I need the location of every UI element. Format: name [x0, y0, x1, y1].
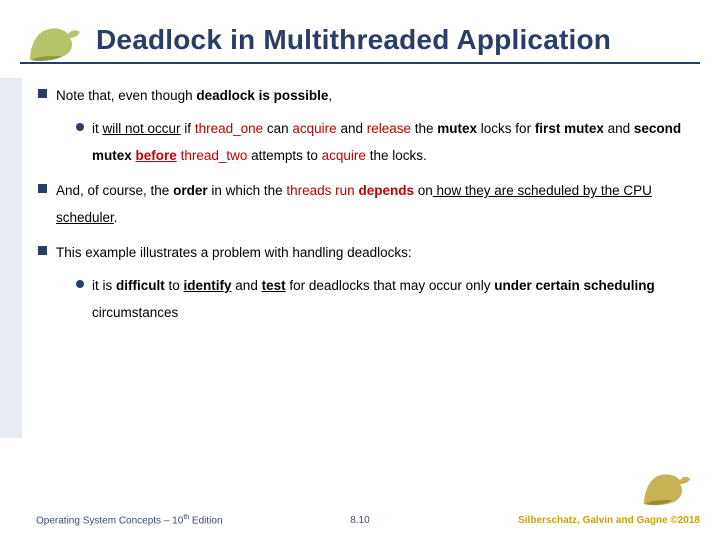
text: the locks.	[366, 148, 427, 163]
text: will not occur	[103, 121, 181, 136]
text: acquire	[322, 148, 366, 163]
text: deadlock is possible	[196, 88, 328, 103]
text: can	[263, 121, 292, 136]
text: And, of course, the	[56, 183, 173, 198]
text: Note that, even though	[56, 88, 196, 103]
bullet-2: And, of course, the order in which the t…	[38, 177, 690, 231]
text: release	[367, 121, 411, 136]
footer-page-number: 8.10	[350, 515, 369, 526]
text: attempts to	[247, 148, 321, 163]
text: thread_one	[195, 121, 263, 136]
dinosaur-left-icon	[24, 20, 84, 64]
text: circumstances	[92, 305, 178, 320]
text: before	[136, 148, 177, 163]
text: it is	[92, 278, 116, 293]
text: ,	[328, 88, 332, 103]
left-accent-bar	[0, 78, 22, 438]
text: order	[173, 183, 208, 198]
text: threads run	[286, 183, 354, 198]
text: it	[92, 121, 103, 136]
text: Edition	[189, 515, 222, 526]
footer: Operating System Concepts – 10th Edition…	[0, 496, 720, 526]
text: thread_two	[181, 148, 248, 163]
text: test	[262, 278, 286, 293]
slide-title: Deadlock in Multithreaded Application	[96, 24, 611, 56]
text: if	[181, 121, 195, 136]
text: Operating System Concepts – 10	[36, 515, 183, 526]
footer-copyright: Silberschatz, Galvin and Gagne ©2018	[518, 515, 700, 526]
text: and	[604, 121, 634, 136]
text: in which the	[208, 183, 287, 198]
text: and	[337, 121, 367, 136]
slide-body: Note that, even though deadlock is possi…	[38, 82, 690, 334]
bullet-1-sub: it will not occur if thread_one can acqu…	[76, 115, 690, 169]
title-rule	[20, 62, 700, 64]
bullet-1: Note that, even though deadlock is possi…	[38, 82, 690, 169]
text: This example illustrates a problem with …	[56, 245, 412, 260]
text: to	[165, 278, 184, 293]
text: depends	[358, 183, 414, 198]
text: .	[114, 210, 118, 225]
text: first mutex	[535, 121, 604, 136]
text: the	[411, 121, 437, 136]
title-row: Deadlock in Multithreaded Application	[0, 18, 720, 68]
text: for deadlocks that may occur only	[286, 278, 495, 293]
slide: Deadlock in Multithreaded Application No…	[0, 0, 720, 540]
text: difficult	[116, 278, 165, 293]
text: mutex	[437, 121, 477, 136]
bullet-3-sub: it is difficult to identify and test for…	[76, 272, 690, 326]
footer-left: Operating System Concepts – 10th Edition	[36, 514, 223, 526]
text: on	[414, 183, 433, 198]
text: and	[232, 278, 262, 293]
text: under certain scheduling	[494, 278, 655, 293]
text: identify	[184, 278, 232, 293]
bullet-3: This example illustrates a problem with …	[38, 239, 690, 326]
text: locks for	[477, 121, 535, 136]
text: acquire	[292, 121, 336, 136]
